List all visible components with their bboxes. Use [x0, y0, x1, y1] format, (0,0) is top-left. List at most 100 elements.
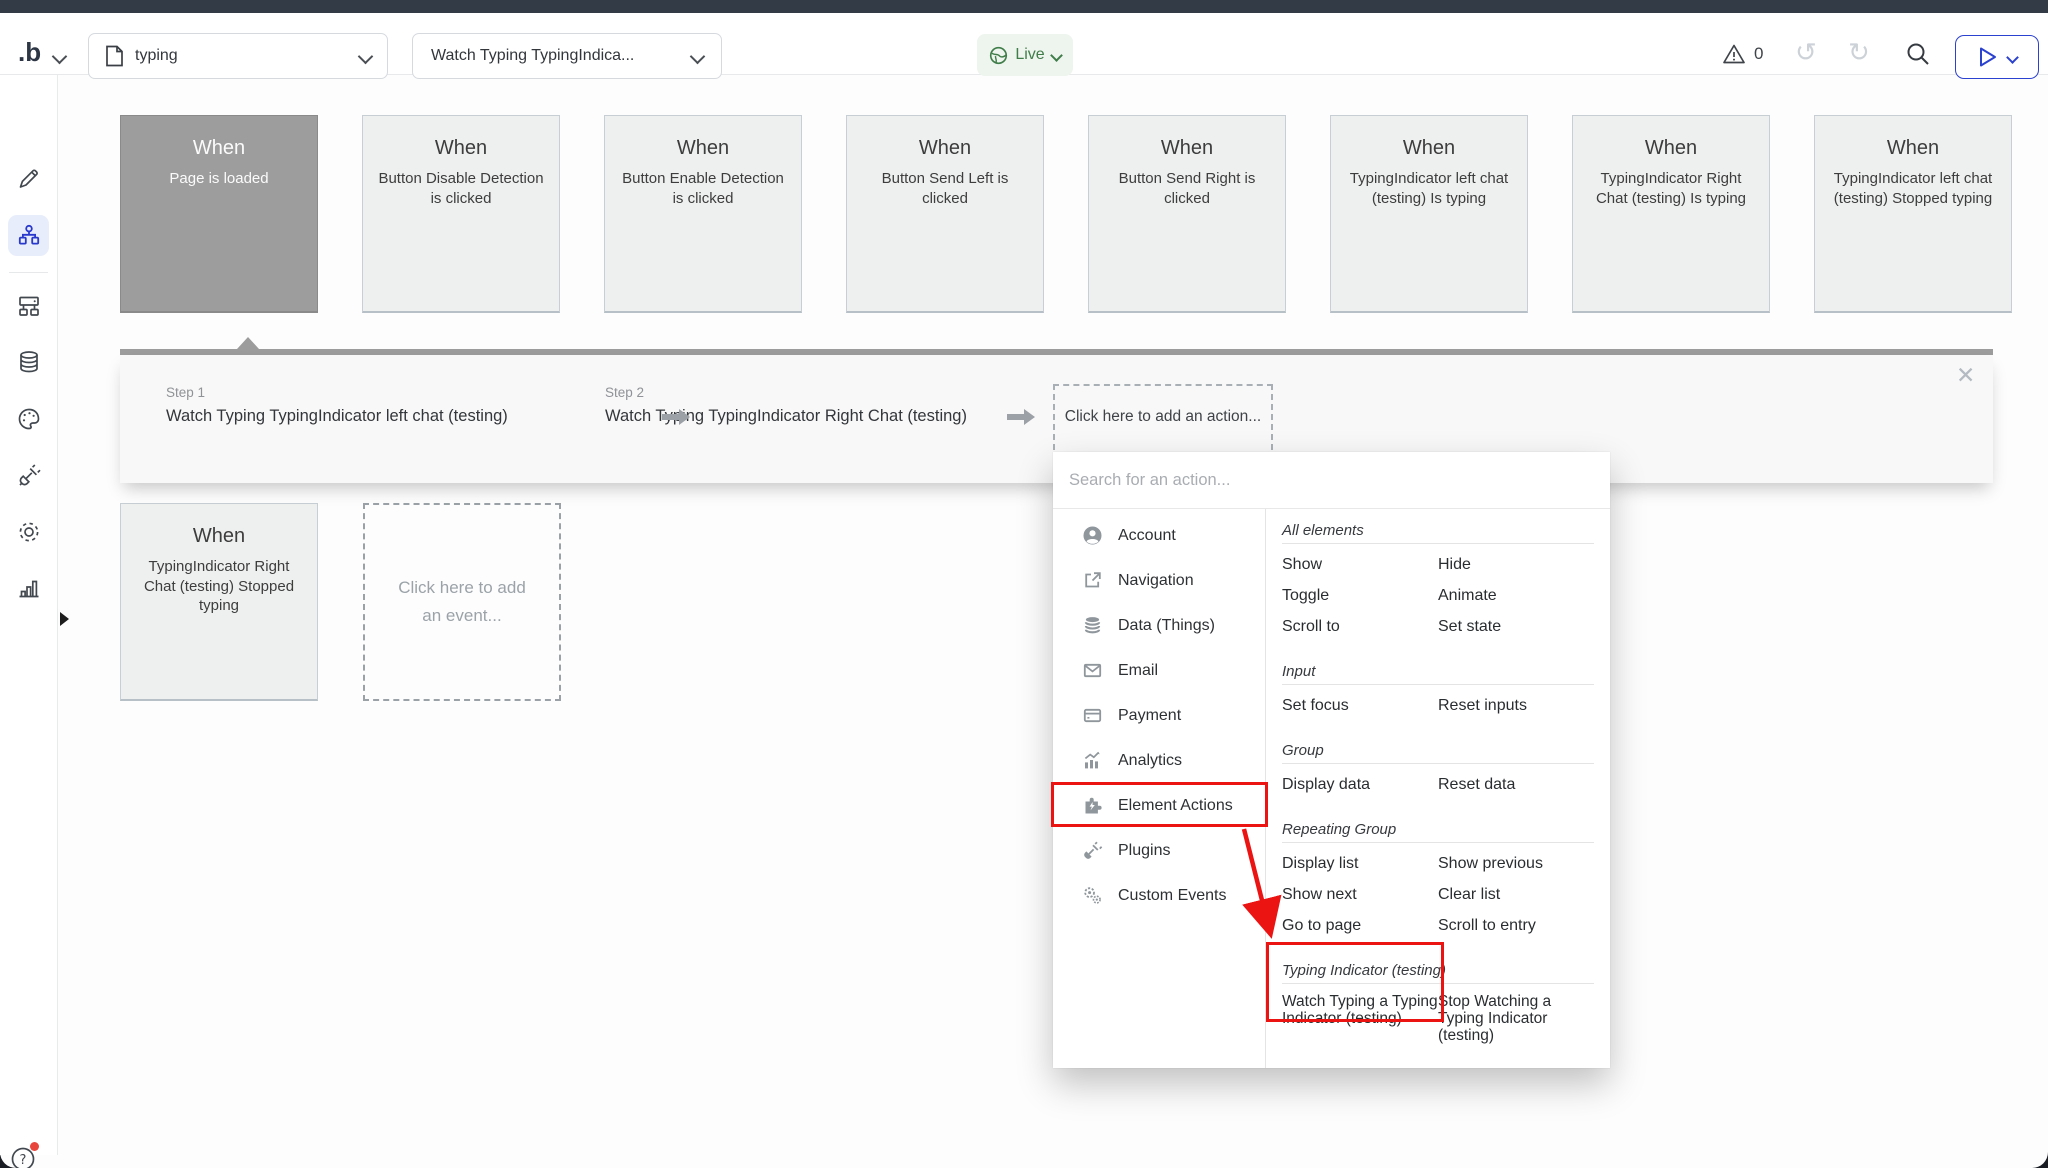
event-card-subtitle: TypingIndicator left chat (testing) Stop…	[1815, 169, 2011, 208]
close-panel-icon[interactable]: ✕	[1956, 362, 1975, 389]
event-card-subtitle: Page is loaded	[121, 169, 317, 189]
category-analytics[interactable]: Analytics	[1053, 738, 1265, 783]
action-scroll-to-entry[interactable]: Scroll to entry	[1438, 910, 1594, 941]
event-card-right-stopped-typing[interactable]: When TypingIndicator Right Chat (testing…	[120, 503, 318, 701]
account-icon	[1082, 525, 1103, 546]
event-card-title: When	[1331, 137, 1527, 160]
section-header-typing-indicator: Typing Indicator (testing)	[1282, 949, 1594, 984]
sidebar-item-data[interactable]	[8, 341, 49, 382]
live-label: Live	[1015, 46, 1044, 64]
search-button[interactable]	[1905, 41, 1931, 72]
action-show-next[interactable]: Show next	[1282, 879, 1438, 910]
question-mark-glyph: ?	[20, 1153, 27, 1168]
section-header-input: Input	[1282, 650, 1594, 685]
add-event-placeholder[interactable]: Click here to add an event...	[363, 503, 561, 701]
category-label: Email	[1118, 662, 1158, 680]
page-selector-value: typing	[135, 47, 178, 65]
step1-title[interactable]: Watch Typing TypingIndicator left chat (…	[166, 407, 508, 426]
sidebar-item-design[interactable]	[8, 158, 49, 199]
action-display-data[interactable]: Display data	[1282, 769, 1438, 800]
action-animate[interactable]: Animate	[1438, 580, 1594, 611]
action-display-list[interactable]: Display list	[1282, 848, 1438, 879]
category-custom-events[interactable]: Custom Events	[1053, 873, 1265, 918]
sidebar-item-logs[interactable]	[8, 567, 49, 608]
event-card-title: When	[847, 137, 1043, 160]
sidebar-item-workflow[interactable]	[8, 215, 49, 256]
bubble-workflow-editor: .b typing Watch Typing TypingIndica... L…	[0, 0, 2048, 1168]
event-card-button-enable[interactable]: When Button Enable Detection is clicked	[604, 115, 802, 313]
event-card-button-disable[interactable]: When Button Disable Detection is clicked	[362, 115, 560, 313]
event-card-button-send-left[interactable]: When Button Send Left is clicked	[846, 115, 1044, 313]
category-label: Payment	[1118, 707, 1181, 725]
step-arrow-icon	[1005, 406, 1037, 433]
event-card-subtitle: Button Send Left is clicked	[847, 169, 1043, 208]
event-card-title: When	[121, 137, 317, 160]
redo-button[interactable]: ↻	[1848, 39, 1870, 65]
run-chevron-icon	[2006, 51, 2019, 64]
action-show[interactable]: Show	[1282, 549, 1438, 580]
email-icon	[1082, 660, 1103, 681]
category-account[interactable]: Account	[1053, 513, 1265, 558]
bubble-logo[interactable]: .b	[18, 37, 41, 68]
logo-chevron-down-icon[interactable]	[54, 49, 65, 67]
workflow-selector-dropdown[interactable]: Watch Typing TypingIndica...	[412, 33, 722, 79]
event-card-subtitle: Button Enable Detection is clicked	[605, 169, 801, 208]
category-email[interactable]: Email	[1053, 648, 1265, 693]
undo-button[interactable]: ↺	[1795, 39, 1817, 65]
action-search-input[interactable]	[1053, 471, 1610, 490]
event-card-title: When	[1573, 137, 1769, 160]
action-stop-watching-typing-indicator[interactable]: Stop Watching a Typing Indicator (testin…	[1438, 984, 1594, 1056]
action-clear-list[interactable]: Clear list	[1438, 879, 1594, 910]
action-toggle[interactable]: Toggle	[1282, 580, 1438, 611]
action-scroll-to[interactable]: Scroll to	[1282, 611, 1438, 642]
event-card-title: When	[121, 525, 317, 548]
analytics-icon	[1082, 750, 1103, 771]
help-button[interactable]: ?	[9, 1145, 37, 1168]
event-card-subtitle: TypingIndicator Right Chat (testing) Is …	[1573, 169, 1769, 208]
category-payment[interactable]: Payment	[1053, 693, 1265, 738]
puzzle-bolt-icon	[1082, 795, 1103, 816]
event-card-title: When	[1815, 137, 2011, 160]
step2-label: Step 2	[605, 385, 644, 400]
navigation-icon	[1082, 570, 1103, 591]
action-set-focus[interactable]: Set focus	[1282, 690, 1438, 721]
sidebar-item-styles[interactable]	[8, 398, 49, 439]
issue-count: 0	[1754, 44, 1763, 64]
credit-card-icon	[1082, 705, 1103, 726]
category-navigation[interactable]: Navigation	[1053, 558, 1265, 603]
action-reset-inputs[interactable]: Reset inputs	[1438, 690, 1594, 721]
sidebar-item-settings[interactable]	[8, 511, 49, 552]
event-card-right-is-typing[interactable]: When TypingIndicator Right Chat (testing…	[1572, 115, 1770, 313]
event-card-left-stopped-typing[interactable]: When TypingIndicator left chat (testing)…	[1814, 115, 2012, 313]
action-hide[interactable]: Hide	[1438, 549, 1594, 580]
live-chevron-icon	[1050, 49, 1063, 62]
database-icon	[1082, 615, 1103, 636]
action-set-state[interactable]: Set state	[1438, 611, 1594, 642]
category-element-actions[interactable]: Element Actions	[1053, 783, 1265, 828]
action-search-bar	[1053, 452, 1610, 509]
action-reset-data[interactable]: Reset data	[1438, 769, 1594, 800]
category-plugins[interactable]: Plugins	[1053, 828, 1265, 873]
preview-run-button[interactable]	[1955, 35, 2039, 79]
event-card-subtitle: Button Disable Detection is clicked	[363, 169, 559, 208]
environment-live-badge[interactable]: Live	[977, 34, 1073, 76]
sidebar-item-plugins[interactable]	[8, 455, 49, 496]
window-titlebar	[0, 0, 2048, 13]
action-go-to-page[interactable]: Go to page	[1282, 910, 1438, 941]
category-label: Plugins	[1118, 842, 1170, 860]
page-selector-dropdown[interactable]: typing	[88, 33, 388, 79]
event-card-title: When	[605, 137, 801, 160]
event-card-button-send-right[interactable]: When Button Send Right is clicked	[1088, 115, 1286, 313]
action-show-previous[interactable]: Show previous	[1438, 848, 1594, 879]
sidebar-collapse-handle[interactable]	[60, 612, 69, 626]
section-header-all-elements: All elements	[1282, 509, 1594, 544]
action-watch-typing-indicator[interactable]: Watch Typing a Typing Indicator (testing…	[1282, 984, 1438, 1056]
action-list: All elements Show Hide Toggle Animate Sc…	[1266, 509, 1610, 1068]
category-data-things[interactable]: Data (Things)	[1053, 603, 1265, 648]
issue-checker[interactable]: 0	[1722, 43, 1763, 65]
gears-icon	[1082, 885, 1103, 906]
event-card-left-is-typing[interactable]: When TypingIndicator left chat (testing)…	[1330, 115, 1528, 313]
event-card-page-loaded[interactable]: When Page is loaded	[120, 115, 318, 313]
action-category-list: Account Navigation Data (Things)	[1053, 509, 1266, 1068]
sidebar-item-components[interactable]	[8, 285, 49, 326]
